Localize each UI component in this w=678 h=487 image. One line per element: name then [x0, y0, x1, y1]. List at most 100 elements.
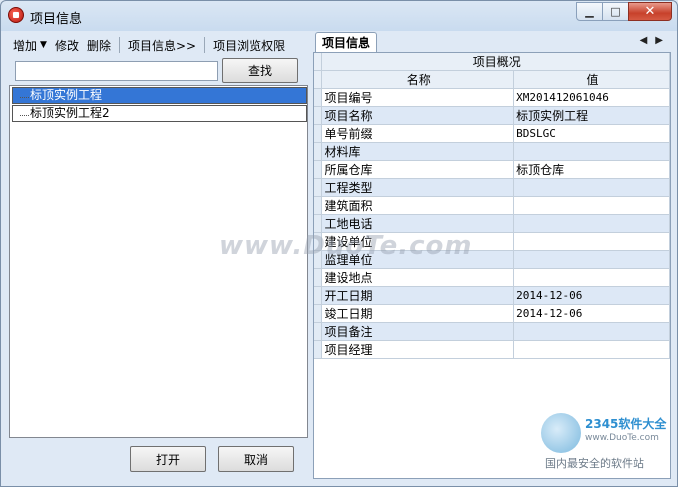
property-name: 开工日期: [321, 286, 515, 305]
property-name: 项目编号: [321, 88, 515, 107]
property-name: 项目备注: [321, 322, 515, 341]
property-row[interactable]: 开工日期 2014-12-06: [314, 286, 670, 305]
property-value[interactable]: [513, 142, 670, 161]
property-row[interactable]: 项目编号 XM201412061046: [314, 88, 670, 107]
property-value[interactable]: [513, 196, 670, 215]
section-title: 项目概况: [321, 53, 670, 71]
property-row[interactable]: 材料库: [314, 142, 670, 161]
brand-logo-icon: [541, 413, 581, 453]
row-marker: [314, 178, 323, 197]
app-window: 项目信息 ▁ □ ✕ 增加 ▼ 修改 删除 项目信息>> 项目浏览权限 查找 标…: [0, 0, 678, 487]
property-row[interactable]: 所属仓库 标顶仓库: [314, 160, 670, 179]
project-tree[interactable]: 标顶实例工程 标顶实例工程2: [9, 85, 308, 438]
property-name: 竣工日期: [321, 304, 515, 323]
property-value[interactable]: [513, 268, 670, 287]
property-value[interactable]: [513, 340, 670, 359]
tree-item-label: 标顶实例工程: [30, 88, 103, 102]
row-marker: [314, 124, 323, 143]
project-info-button[interactable]: 项目信息>>: [124, 37, 200, 54]
header-row: 名称 值: [314, 70, 670, 89]
property-name: 建设地点: [321, 268, 515, 287]
brand-watermark: 2345软件大全 www.DuoTe.com 国内最安全的软件站: [541, 409, 673, 479]
property-value[interactable]: BDSLGC: [513, 124, 670, 143]
row-marker: [314, 340, 323, 359]
property-name: 工程类型: [321, 178, 515, 197]
row-marker: [314, 70, 323, 89]
brand-url: www.DuoTe.com: [585, 433, 659, 443]
property-row[interactable]: 竣工日期 2014-12-06: [314, 304, 670, 323]
tab-strip: 项目信息 ◀ ▶: [313, 31, 671, 53]
section-row[interactable]: 项目概况: [314, 53, 670, 71]
property-row[interactable]: 项目经理: [314, 340, 670, 359]
title-bar[interactable]: 项目信息 ▁ □ ✕: [1, 1, 677, 31]
property-value[interactable]: [513, 214, 670, 233]
property-row[interactable]: 建筑面积: [314, 196, 670, 215]
row-marker: [314, 106, 323, 125]
property-value[interactable]: [513, 232, 670, 251]
column-header-value: 值: [513, 70, 670, 89]
property-row[interactable]: 工程类型: [314, 178, 670, 197]
property-name: 材料库: [321, 142, 515, 161]
property-row[interactable]: 工地电话: [314, 214, 670, 233]
row-marker: [314, 142, 323, 161]
tree-item-label: 标顶实例工程2: [30, 106, 110, 120]
property-value[interactable]: 2014-12-06: [513, 286, 670, 305]
window-controls: ▁ □ ✕: [576, 2, 672, 21]
close-button[interactable]: ✕: [628, 2, 672, 21]
add-label: 增加: [13, 38, 38, 53]
maximize-button[interactable]: □: [602, 2, 629, 21]
tree-item[interactable]: 标顶实例工程2: [12, 105, 307, 122]
property-row[interactable]: 项目备注: [314, 322, 670, 341]
window-title: 项目信息: [30, 12, 83, 27]
minimize-button[interactable]: ▁: [576, 2, 603, 21]
row-marker: [314, 214, 323, 233]
delete-button[interactable]: 删除: [83, 37, 115, 54]
property-name: 项目名称: [321, 106, 515, 125]
cancel-button[interactable]: 取消: [218, 446, 294, 472]
property-value[interactable]: 标顶实例工程: [513, 106, 670, 125]
property-row[interactable]: 项目名称 标顶实例工程: [314, 106, 670, 125]
search-input[interactable]: [15, 61, 218, 81]
property-name: 建筑面积: [321, 196, 515, 215]
row-marker: [314, 88, 323, 107]
row-marker: [314, 286, 323, 305]
row-marker: [314, 53, 323, 71]
property-row[interactable]: 单号前缀 BDSLGC: [314, 124, 670, 143]
toolbar-divider: [204, 37, 206, 53]
property-value[interactable]: 标顶仓库: [513, 160, 670, 179]
column-header-name: 名称: [321, 70, 515, 89]
property-row[interactable]: 建设地点: [314, 268, 670, 287]
property-name: 所属仓库: [321, 160, 515, 179]
tab-navigation: ◀ ▶: [640, 35, 663, 46]
property-value[interactable]: [513, 178, 670, 197]
add-dropdown-button[interactable]: 增加 ▼: [9, 37, 51, 54]
property-name: 工地电话: [321, 214, 515, 233]
row-marker: [314, 160, 323, 179]
property-name: 单号前缀: [321, 124, 515, 143]
left-toolbar: 增加 ▼ 修改 删除 项目信息>> 项目浏览权限: [9, 34, 289, 56]
edit-button[interactable]: 修改: [51, 37, 83, 54]
chevron-down-icon: ▼: [40, 40, 47, 50]
property-value[interactable]: 2014-12-06: [513, 304, 670, 323]
property-grid: 项目概况 名称 值 项目编号 XM201412061046 项目名称 标顶实例工…: [314, 53, 670, 359]
chevron-left-icon[interactable]: ◀: [640, 35, 648, 46]
search-button[interactable]: 查找: [222, 58, 298, 83]
row-marker: [314, 196, 323, 215]
property-value[interactable]: XM201412061046: [513, 88, 670, 107]
row-marker: [314, 304, 323, 323]
tab-project-info[interactable]: 项目信息: [315, 32, 378, 53]
browse-permission-button[interactable]: 项目浏览权限: [209, 37, 289, 54]
toolbar-divider: [118, 37, 120, 53]
brand-name: 2345软件大全: [585, 417, 667, 431]
property-name: 项目经理: [321, 340, 515, 359]
row-marker: [314, 268, 323, 287]
app-logo-icon: [8, 7, 24, 23]
property-value[interactable]: [513, 250, 670, 269]
tree-item[interactable]: 标顶实例工程: [12, 87, 307, 104]
property-value[interactable]: [513, 322, 670, 341]
site-watermark: www.DuoTe.com: [219, 231, 473, 261]
chevron-right-icon[interactable]: ▶: [655, 35, 663, 46]
row-marker: [314, 322, 323, 341]
brand-slogan: 国内最安全的软件站: [545, 457, 644, 470]
open-button[interactable]: 打开: [130, 446, 206, 472]
